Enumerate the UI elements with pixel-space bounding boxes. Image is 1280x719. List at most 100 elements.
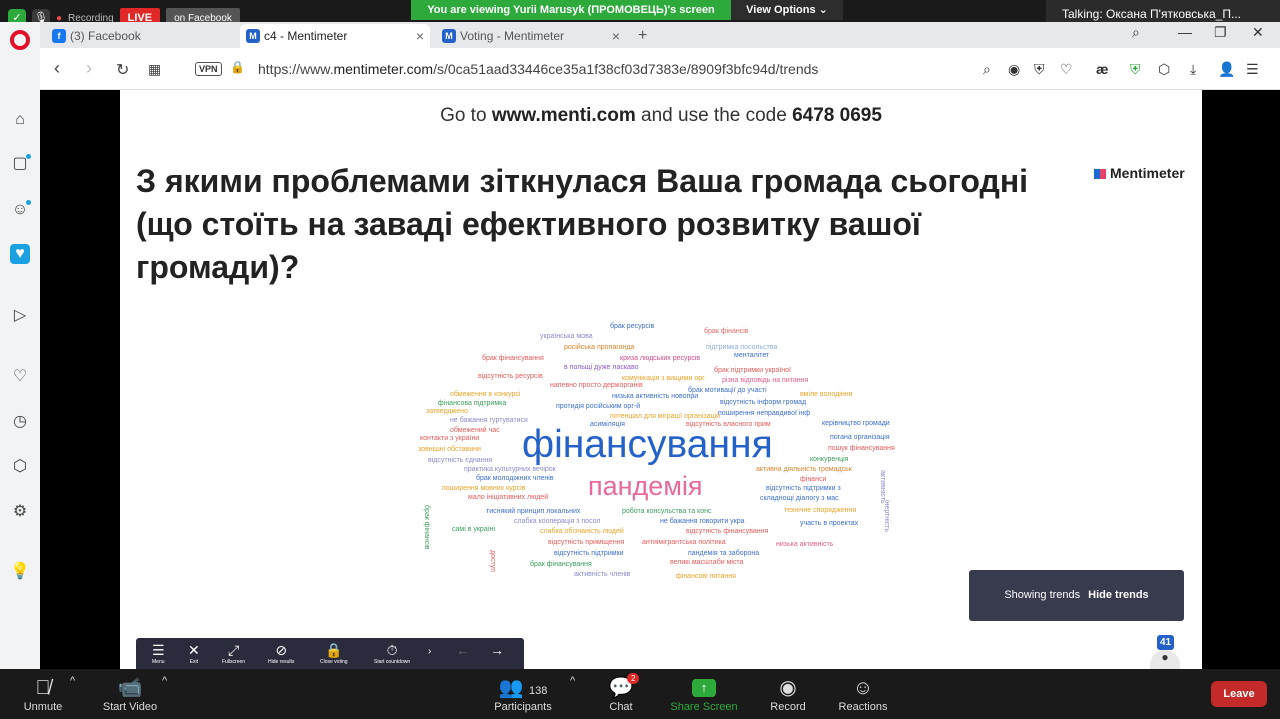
chevron-up-icon[interactable]: ^ <box>70 675 75 687</box>
mentimeter-slide: Go to www.menti.com and use the code 647… <box>120 90 1202 669</box>
next-slide-icon[interactable]: → <box>490 642 504 658</box>
word-cloud-word: зовнішні обставини <box>418 446 481 453</box>
word-cloud-word: активність членів <box>574 571 631 578</box>
chat-button[interactable]: 💬 2 Chat <box>605 673 640 713</box>
forward-icon[interactable]: › <box>86 58 92 79</box>
word-cloud-word: відсутність підтримки <box>554 550 624 557</box>
word-cloud-word: не бажання гуртуватися <box>450 417 528 424</box>
chevron-up-icon[interactable]: ^ <box>162 675 167 687</box>
heart-icon[interactable]: ♡ <box>1060 61 1073 78</box>
extensions-icon[interactable]: ⬡ <box>10 457 30 477</box>
ctrl-label: Fullscreen <box>222 659 246 665</box>
reactions-label: Reactions <box>838 701 888 713</box>
lock-icon[interactable]: 🔒 <box>230 60 245 74</box>
word-cloud-word: керівництво громади <box>822 420 890 427</box>
word-cloud-word: низька активність новопри <box>612 393 699 400</box>
word-cloud-word: обмеження в конкурсі <box>450 391 521 398</box>
word-cloud-word: поширення мовних курсів <box>442 485 526 492</box>
opera-logo-icon[interactable] <box>10 30 30 50</box>
favorites-icon[interactable]: ♡ <box>10 367 30 387</box>
chat-label: Chat <box>609 701 633 713</box>
word-cloud-word: участь в проектах <box>800 520 859 527</box>
download-icon[interactable]: ⤓ <box>1190 61 1196 78</box>
zoom-icon[interactable]: ⌕ <box>983 61 991 78</box>
vpn-badge[interactable]: VPN <box>195 62 222 76</box>
word-cloud-word: брак фінансування <box>530 561 592 568</box>
view-options-button[interactable]: View Options ⌄ <box>731 0 843 20</box>
restore-icon[interactable]: ❐ <box>1214 24 1227 41</box>
ctrl-label: Start countdown <box>374 659 411 665</box>
hide-results-button[interactable]: ⊘ Hide results <box>268 642 294 665</box>
shield-extension-icon[interactable]: ⛨ <box>1130 61 1141 78</box>
video-off-icon: 📹 <box>117 677 143 699</box>
start-countdown-button[interactable]: ⏱ Start countdown <box>374 642 410 665</box>
player-icon[interactable]: ▷ <box>10 306 30 326</box>
menu-button[interactable]: ☰ Menu <box>152 642 165 665</box>
unmute-button[interactable]: 🎙̸ Unmute <box>18 675 68 713</box>
page-right-margin <box>1202 90 1280 669</box>
home-icon[interactable]: ⌂ <box>10 110 30 130</box>
cube-icon[interactable]: ⬡ <box>1158 61 1170 78</box>
word-cloud-word: самі в україні <box>452 526 496 533</box>
back-icon[interactable]: ‹ <box>54 58 60 79</box>
word-cloud-word: практика культурних вечірок <box>464 466 556 473</box>
word-cloud-word: складнощі діалогу з мас <box>760 495 839 502</box>
leave-button[interactable]: Leave <box>1211 681 1267 707</box>
tab-bar: f (3) Facebook M c4 - Mentimeter × M Vot… <box>40 22 1280 48</box>
reload-icon[interactable]: ↻ <box>116 60 129 80</box>
reactions-button[interactable]: ☺ Reactions <box>836 675 890 713</box>
close-icon[interactable]: × <box>416 24 424 48</box>
word-cloud-word: тиснякий принцип локальних <box>486 508 581 515</box>
word-cloud-word: брак молодіжних членів <box>476 475 554 482</box>
minimize-icon[interactable]: — <box>1178 24 1192 40</box>
lightbulb-icon[interactable]: 💡 <box>10 562 30 582</box>
adblock-icon[interactable]: ⛨ <box>1034 61 1045 78</box>
camera-icon[interactable]: ◉ <box>1008 61 1020 78</box>
tabs-grid-icon[interactable]: ▦ <box>148 61 161 78</box>
word-cloud-word: активна діяльність громадськ <box>756 466 852 473</box>
address-bar: ‹ › ↻ ▦ VPN 🔒 https://www.mentimeter.com… <box>40 48 1280 90</box>
word-cloud-word: асиміляція <box>590 421 625 428</box>
tab-facebook[interactable]: f (3) Facebook <box>46 24 236 48</box>
settings-gear-icon[interactable]: ⚙ <box>10 502 30 522</box>
chevron-up-icon[interactable]: ^ <box>570 675 575 687</box>
word-cloud-word: різна відповідь на питання <box>722 377 809 384</box>
chevron-right-icon[interactable]: › <box>428 646 431 657</box>
search-tabs-icon[interactable]: ⌕ <box>1132 24 1140 41</box>
close-window-icon[interactable]: ✕ <box>1252 24 1264 41</box>
account-icon[interactable]: 👤 <box>1218 61 1235 78</box>
close-voting-button[interactable]: 🔒 Close voting <box>320 642 348 665</box>
facebook-icon: f <box>52 29 66 43</box>
mentimeter-icon: M <box>246 29 260 43</box>
participants-label: Participants <box>494 701 552 713</box>
new-tab-button[interactable]: + <box>636 24 656 48</box>
tab-voting-mentimeter[interactable]: M Voting - Mentimeter × <box>436 24 626 48</box>
tab-mentimeter-c4[interactable]: M c4 - Mentimeter × <box>240 24 430 48</box>
word-cloud-word: фінансова підтримка <box>438 400 507 407</box>
mentimeter-icon: M <box>442 29 456 43</box>
word-cloud-word: мало ініціативних людей <box>468 494 549 501</box>
fullscreen-button[interactable]: ⤢ Fullscreen <box>222 642 245 665</box>
share-screen-button[interactable]: ↑ Share Screen <box>670 675 738 713</box>
word-cloud-word: потенціал для міграції організацій <box>610 413 721 420</box>
participants-button[interactable]: 👥 138 Participants <box>490 675 556 713</box>
record-button[interactable]: ◉ Record <box>766 675 810 713</box>
previous-slide-icon[interactable]: ← <box>456 642 470 658</box>
start-video-button[interactable]: 📹 Start Video <box>98 675 162 713</box>
exit-button[interactable]: ✕ Exit <box>188 642 200 665</box>
word-cloud-word: брак мотивації до участі <box>688 387 767 394</box>
ae-extension-icon[interactable]: æ <box>1096 61 1108 77</box>
heart-active-icon[interactable]: ♥ <box>10 244 30 264</box>
history-icon[interactable]: ◷ <box>10 412 30 432</box>
word-cloud-word: слабка кооперація з посол <box>514 518 601 525</box>
word-cloud-word: відсутність підтримки з <box>766 485 841 492</box>
menu-icon[interactable]: ☰ <box>1246 61 1259 78</box>
url-field[interactable]: https://www.mentimeter.com/s/0ca51aad334… <box>258 61 818 77</box>
notification-dot <box>26 200 31 205</box>
word-cloud-word: поширення неправдивої інф <box>718 410 811 417</box>
participants-count: 138 <box>529 685 548 697</box>
word-cloud-word: робота консульства та конс <box>622 508 712 515</box>
url-prefix: https://www. <box>258 61 334 77</box>
close-icon[interactable]: × <box>612 24 620 48</box>
hide-trends-button[interactable]: Hide trends <box>1088 589 1149 601</box>
